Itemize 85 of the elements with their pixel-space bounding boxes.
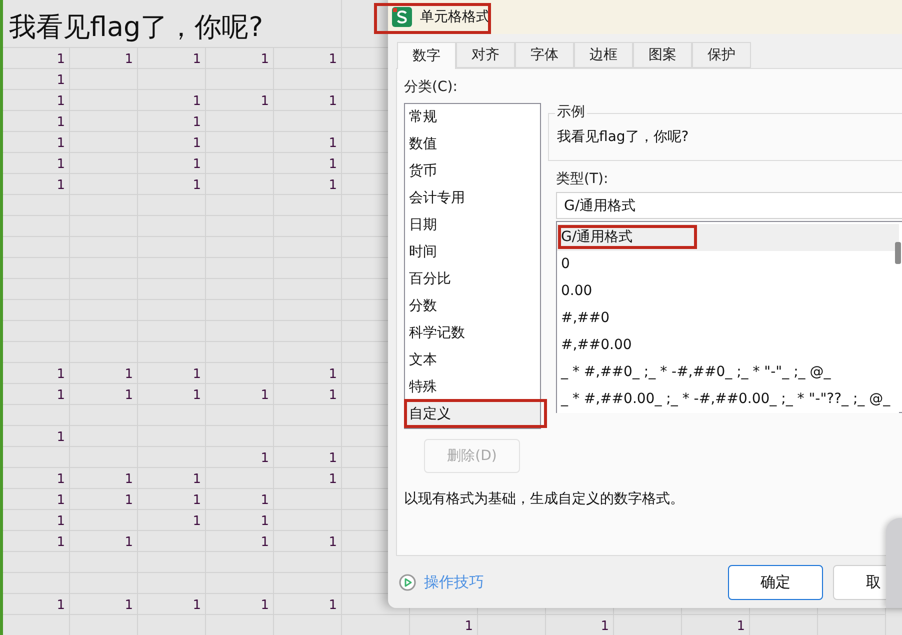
table-cell: 1 (3, 69, 70, 90)
table-cell: 1 (138, 48, 206, 69)
table-cell: 1 (138, 468, 206, 489)
table-cell (3, 195, 70, 216)
table-cell: 1 (3, 594, 70, 615)
cell-text: 我看见flag了，你呢? (9, 11, 264, 45)
table-cell: 1 (206, 384, 274, 405)
table-cell: 1 (138, 174, 206, 195)
tab[interactable]: 数字 (397, 42, 456, 69)
table-cell: 1 (138, 132, 206, 153)
table-cell: 1 (3, 111, 70, 132)
table-cell: 1 (274, 594, 342, 615)
table-cell: 1 (682, 615, 750, 635)
table-cell: 1 (206, 510, 274, 531)
field-label: 类型(T): (556, 170, 608, 189)
app-icon (392, 7, 412, 27)
table-cell: 1 (546, 615, 614, 635)
table-cell: 1 (206, 447, 274, 468)
table-cell (3, 279, 70, 300)
table-cell: 1 (138, 363, 206, 384)
tab[interactable]: 对齐 (456, 42, 515, 68)
table-cell: 1 (206, 489, 274, 510)
sample-text: 我看见flag了，你呢? (557, 128, 689, 146)
table-cell: 1 (274, 363, 342, 384)
table-cell: 1 (206, 594, 274, 615)
table-cell (3, 237, 70, 258)
table-cell: 1 (138, 594, 206, 615)
table-cell (3, 573, 70, 594)
table-cell: 1 (3, 90, 70, 111)
table-cell: 1 (3, 174, 70, 195)
table-cell (3, 216, 70, 237)
table-cell: 1 (274, 90, 342, 111)
table-cell (3, 321, 70, 342)
table-cell: 1 (70, 363, 138, 384)
table-cell: 1 (70, 531, 138, 552)
table-cell: 1 (138, 489, 206, 510)
table-cell: 1 (206, 48, 274, 69)
table-cell (3, 258, 70, 279)
field-label: 分类(C): (404, 78, 458, 97)
tab[interactable]: 边框 (574, 42, 633, 68)
table-cell: 1 (274, 48, 342, 69)
table-cell (3, 300, 70, 321)
table-cell: 1 (274, 174, 342, 195)
table-cell (3, 447, 70, 468)
table-cell: 1 (138, 384, 206, 405)
tab[interactable]: 字体 (515, 42, 574, 68)
description-text: 以现有格式为基础，生成自定义的数字格式。 (404, 490, 684, 509)
table-cell: 1 (274, 132, 342, 153)
table-cell: 1 (3, 153, 70, 174)
table-cell: 1 (3, 132, 70, 153)
table-cell: 1 (410, 615, 478, 635)
table-cell: 1 (206, 531, 274, 552)
table-cell: 1 (3, 510, 70, 531)
table-cell: 1 (70, 489, 138, 510)
table-cell: 1 (70, 468, 138, 489)
table-cell: 1 (274, 384, 342, 405)
table-cell: 1 (274, 153, 342, 174)
table-cell: 1 (70, 594, 138, 615)
table-cell (3, 552, 70, 573)
table-cell (3, 405, 70, 426)
table-cell: 1 (138, 510, 206, 531)
table-cell: 1 (3, 48, 70, 69)
table-cell: 1 (138, 153, 206, 174)
type-input[interactable]: G/通用格式 (556, 192, 902, 219)
table-cell: 1 (3, 531, 70, 552)
table-cell: 1 (3, 384, 70, 405)
table-cell (3, 342, 70, 363)
table-cell: 1 (206, 90, 274, 111)
tab[interactable]: 保护 (692, 42, 751, 68)
ok-button[interactable]: 确定 (728, 564, 823, 600)
table-cell: 1 (3, 468, 70, 489)
table-cell: 1 (274, 447, 342, 468)
table-cell: 1 (138, 90, 206, 111)
list-item[interactable]: G/通用格式 (557, 224, 899, 251)
table-cell: 1 (3, 426, 70, 447)
play-icon (399, 574, 416, 590)
table-cell: 1 (3, 489, 70, 510)
table-cell: 1 (70, 48, 138, 69)
table-cell: 1 (274, 531, 342, 552)
table-cell: 1 (138, 111, 206, 132)
tab[interactable]: 图案 (633, 42, 692, 68)
table-cell: 1 (70, 384, 138, 405)
table-cell: 1 (274, 468, 342, 489)
scrollbar-thumb[interactable] (895, 242, 901, 264)
table-cell: 1 (3, 363, 70, 384)
